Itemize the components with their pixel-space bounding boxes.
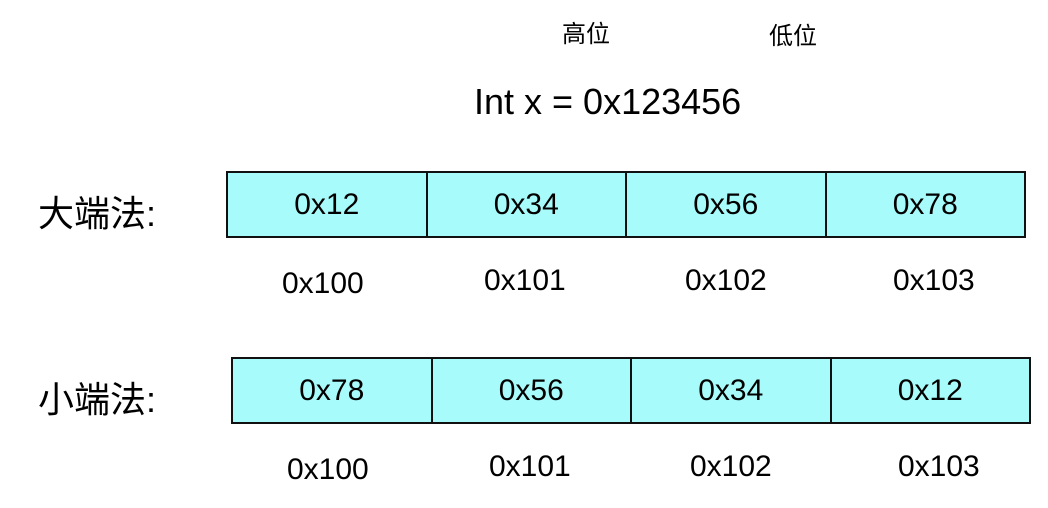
little-endian-address-2: 0x102 xyxy=(690,450,772,483)
big-endian-address-3: 0x103 xyxy=(893,264,975,297)
little-endian-label: 小端法: xyxy=(38,379,157,420)
little-endian-byte-0: 0x78 xyxy=(233,359,433,422)
little-endian-address-3: 0x103 xyxy=(898,450,980,483)
little-endian-byte-2: 0x34 xyxy=(632,359,832,422)
little-endian-byte-1: 0x56 xyxy=(433,359,632,422)
big-endian-byte-3: 0x78 xyxy=(892,187,958,221)
little-endian-memory-row: 0x78 0x56 0x34 0x12 xyxy=(231,357,1031,424)
variable-declaration: Int x = 0x123456 xyxy=(474,81,742,122)
big-endian-byte-1: 0x34 xyxy=(428,173,627,236)
little-endian-address-1: 0x101 xyxy=(489,450,571,483)
big-endian-byte-0: 0x12 xyxy=(228,173,428,236)
high-order-label: 高位 xyxy=(562,21,610,48)
little-endian-address-0: 0x100 xyxy=(287,453,369,486)
little-endian-byte-3: 0x12 xyxy=(897,373,963,407)
big-endian-label: 大端法: xyxy=(38,193,157,234)
big-endian-address-0: 0x100 xyxy=(282,267,364,300)
low-order-label: 低位 xyxy=(769,23,817,50)
big-endian-address-1: 0x101 xyxy=(484,264,566,297)
big-endian-byte-2: 0x56 xyxy=(627,173,827,236)
big-endian-memory-row: 0x12 0x34 0x56 0x78 xyxy=(226,171,1026,238)
big-endian-address-2: 0x102 xyxy=(685,264,767,297)
